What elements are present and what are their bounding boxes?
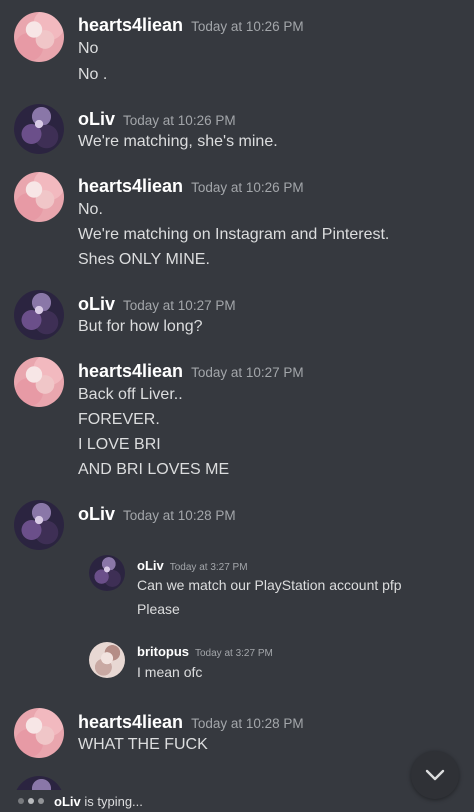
message-text: No . bbox=[78, 66, 108, 83]
message-header: hearts4liean Today at 10:27 PM bbox=[78, 361, 304, 382]
username[interactable]: hearts4liean bbox=[78, 15, 183, 35]
message-text: Can we match our PlayStation account pfp bbox=[137, 577, 402, 593]
avatar[interactable] bbox=[14, 12, 64, 62]
timestamp: Today at 10:26 PM bbox=[191, 19, 304, 34]
message-text: We're matching, she's mine. bbox=[78, 133, 278, 150]
timestamp: Today at 10:27 PM bbox=[123, 298, 236, 313]
message-text: But for how long? bbox=[78, 318, 203, 335]
username[interactable]: hearts4liean bbox=[78, 361, 183, 381]
timestamp: Today at 10:28 PM bbox=[191, 716, 304, 731]
typing-indicator: oLiv is typing... bbox=[0, 790, 474, 812]
message-text: No. bbox=[78, 201, 103, 218]
avatar[interactable] bbox=[14, 500, 64, 550]
jump-to-present-button[interactable] bbox=[411, 751, 459, 799]
message-text: Shes ONLY MINE. bbox=[78, 251, 210, 268]
username[interactable]: oLiv bbox=[137, 558, 164, 573]
message-header: oLiv Today at 10:26 PM bbox=[78, 109, 236, 130]
avatar[interactable] bbox=[89, 555, 125, 591]
timestamp: Today at 3:27 PM bbox=[195, 648, 273, 659]
typing-dots-icon bbox=[18, 798, 44, 804]
avatar[interactable] bbox=[14, 104, 64, 154]
message-text: No bbox=[78, 40, 99, 57]
message-text: Back off Liver.. bbox=[78, 386, 183, 403]
message-header: oLiv Today at 3:27 PM bbox=[137, 557, 248, 575]
message-text: I mean ofc bbox=[137, 664, 203, 680]
message-header: oLiv Today at 10:28 PM bbox=[78, 504, 236, 525]
chat-view: hearts4liean Today at 10:26 PM No No . oL… bbox=[0, 0, 474, 812]
message-text: WHAT THE FUCK bbox=[78, 736, 208, 753]
avatar[interactable] bbox=[14, 357, 64, 407]
username[interactable]: oLiv bbox=[78, 504, 115, 524]
message-text: FOREVER. bbox=[78, 411, 160, 428]
username[interactable]: oLiv bbox=[78, 109, 115, 129]
avatar[interactable] bbox=[14, 172, 64, 222]
timestamp: Today at 10:26 PM bbox=[191, 180, 304, 195]
avatar[interactable] bbox=[14, 290, 64, 340]
avatar[interactable] bbox=[89, 642, 125, 678]
message-text: We're matching on Instagram and Pinteres… bbox=[78, 226, 390, 243]
chevron-down-icon bbox=[425, 769, 445, 781]
typing-label: is typing... bbox=[84, 793, 143, 809]
message-header: oLiv Today at 10:27 PM bbox=[78, 294, 236, 315]
username[interactable]: britopus bbox=[137, 644, 189, 659]
typing-user: oLiv bbox=[54, 793, 81, 809]
message-header: hearts4liean Today at 10:26 PM bbox=[78, 15, 304, 36]
message-header: hearts4liean Today at 10:26 PM bbox=[78, 176, 304, 197]
username[interactable]: hearts4liean bbox=[78, 176, 183, 196]
message-header: britopus Today at 3:27 PM bbox=[137, 643, 273, 661]
message-text: AND BRI LOVES ME bbox=[78, 461, 230, 478]
typing-text: oLiv is typing... bbox=[54, 794, 143, 809]
username[interactable]: hearts4liean bbox=[78, 712, 183, 732]
message-header: hearts4liean Today at 10:28 PM bbox=[78, 712, 304, 733]
timestamp: Today at 3:27 PM bbox=[169, 562, 248, 573]
timestamp: Today at 10:28 PM bbox=[123, 508, 236, 523]
message-text: Please bbox=[137, 601, 180, 617]
timestamp: Today at 10:27 PM bbox=[191, 365, 304, 380]
message-text: I LOVE BRI bbox=[78, 436, 161, 453]
username[interactable]: oLiv bbox=[78, 294, 115, 314]
timestamp: Today at 10:26 PM bbox=[123, 113, 236, 128]
avatar[interactable] bbox=[14, 708, 64, 758]
